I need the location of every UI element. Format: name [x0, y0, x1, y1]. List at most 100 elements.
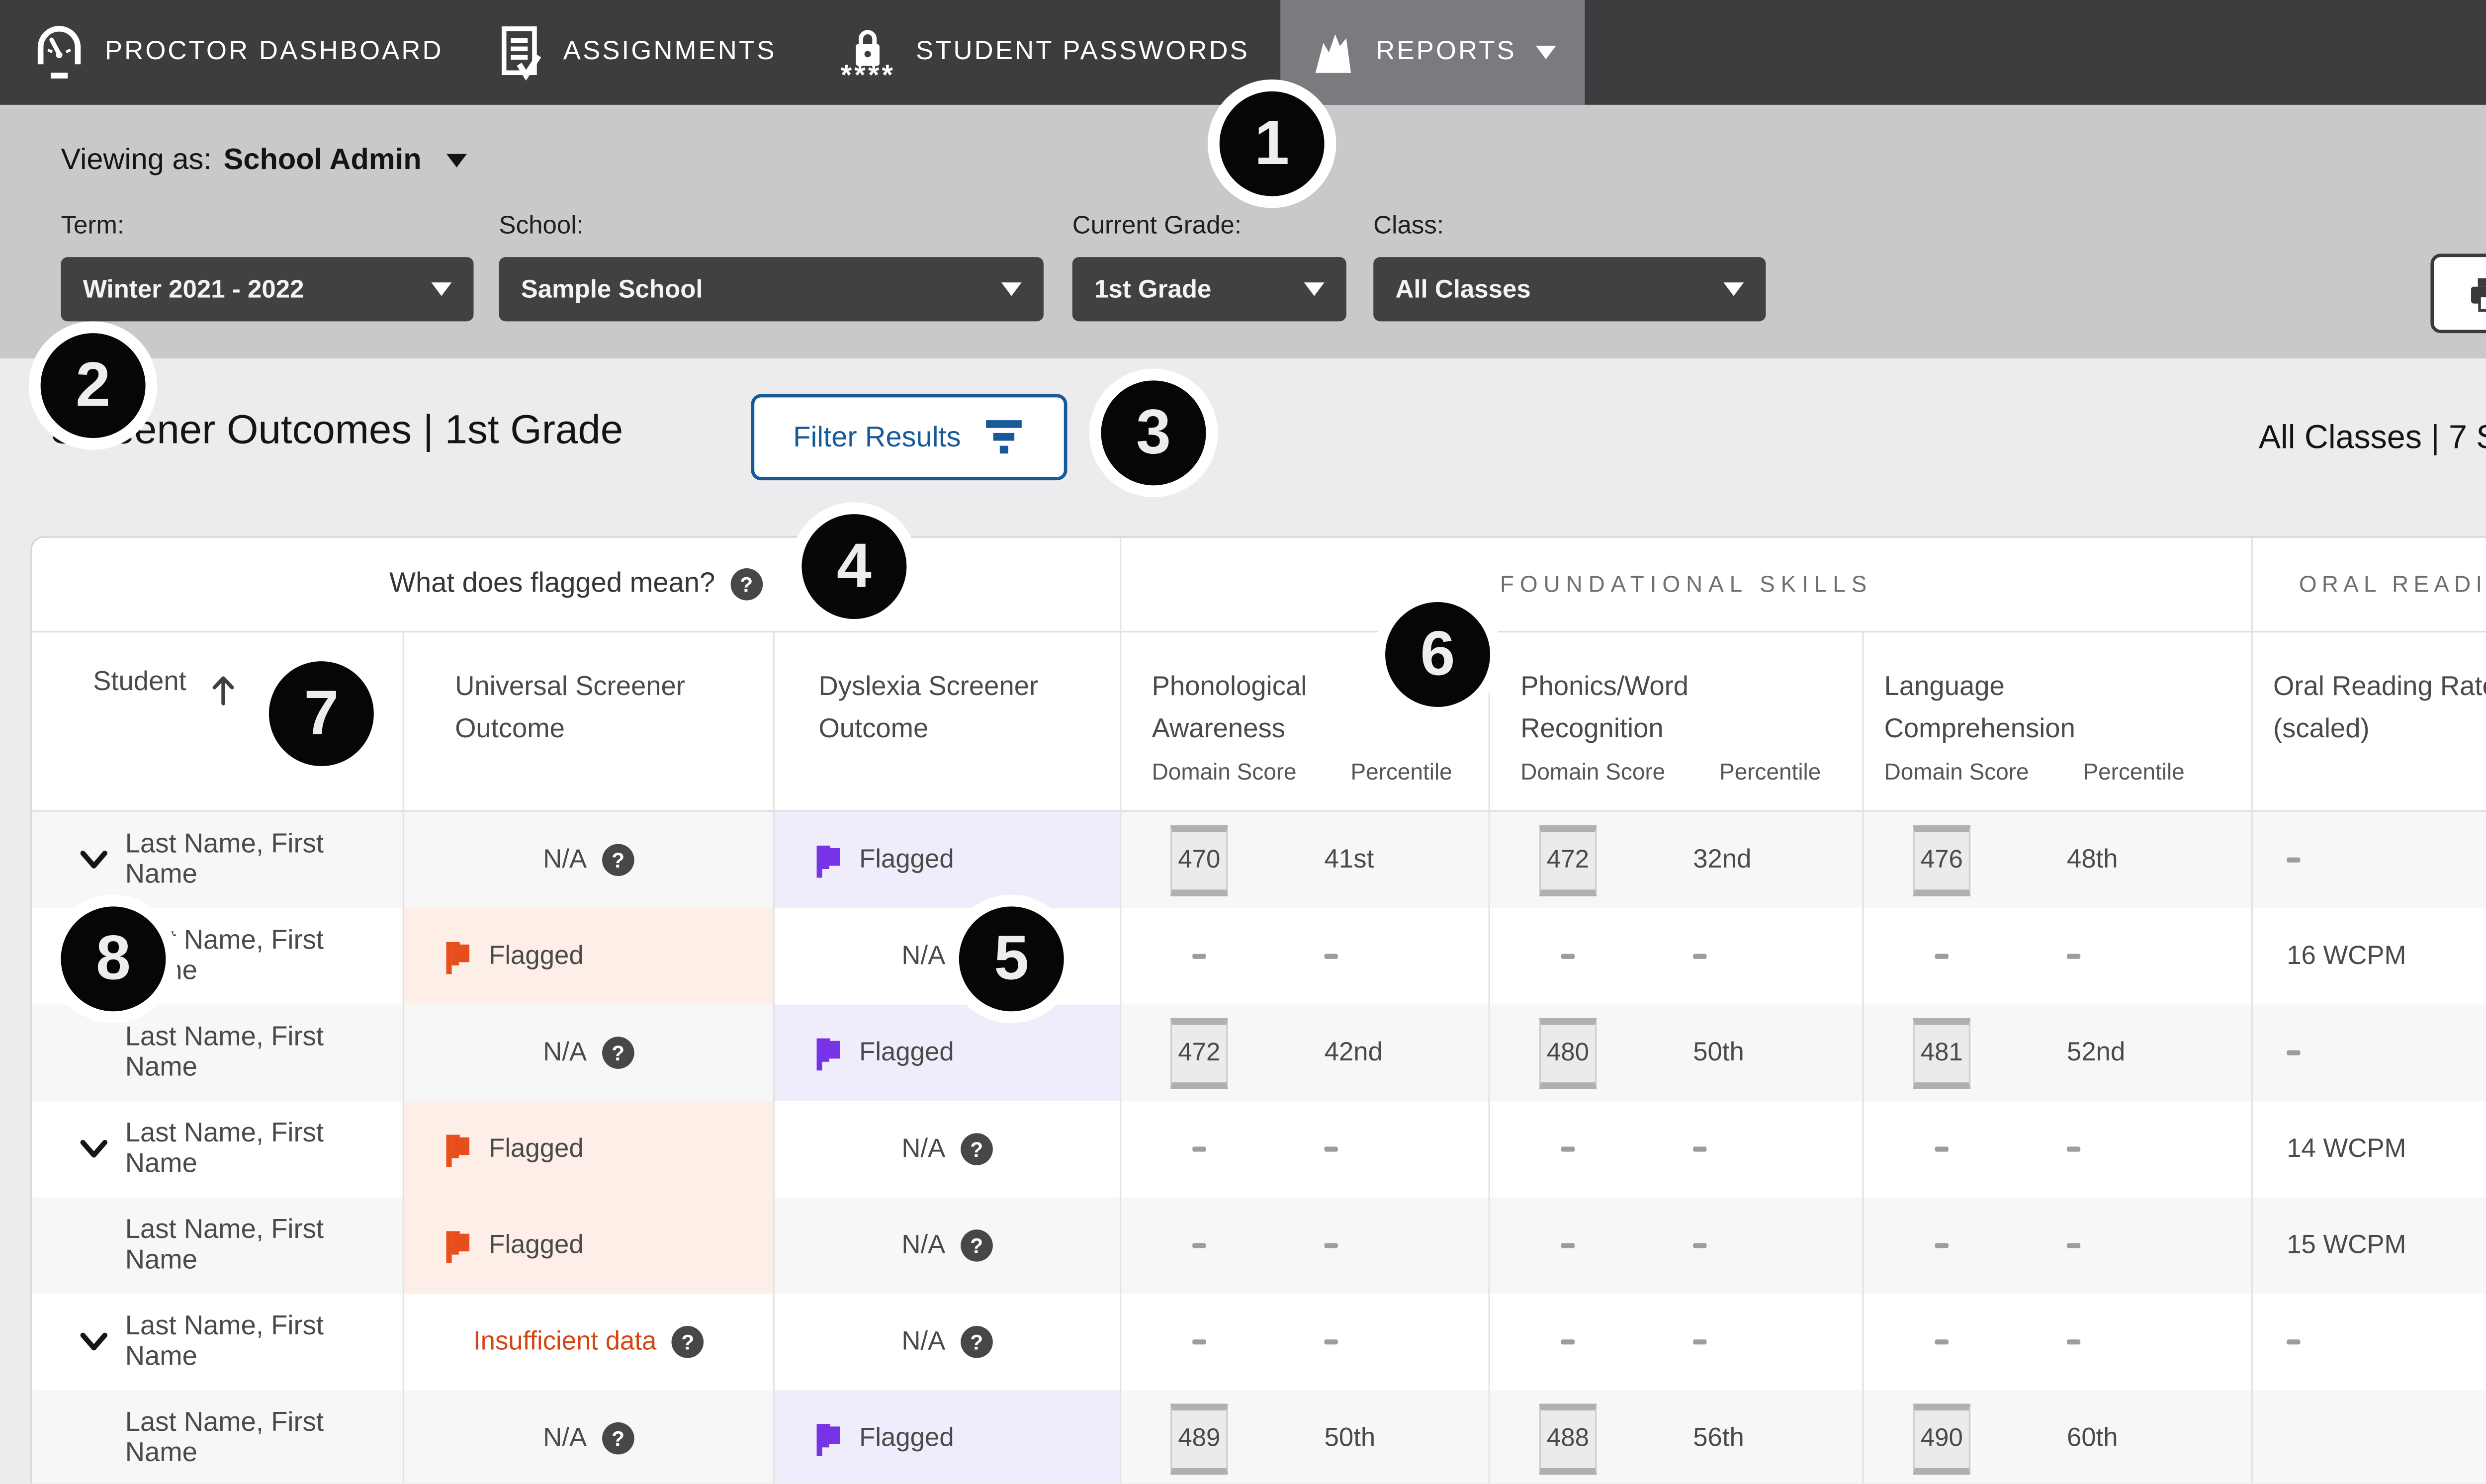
- viewing-as-value: School Admin: [224, 142, 422, 177]
- annotation-badge-3: 3: [1089, 369, 1218, 498]
- chevron-down-icon: [1001, 282, 1022, 296]
- domain-score-slot: [1911, 1339, 1972, 1345]
- current-grade-select[interactable]: 1st Grade: [1072, 257, 1346, 321]
- filter-results-label: Filter Results: [793, 420, 961, 454]
- help-icon[interactable]: [672, 1326, 704, 1358]
- dyslexia-outcome-cell: Flagged: [773, 1005, 1120, 1101]
- domain-score-box: 472: [1170, 1017, 1228, 1088]
- annotation-badge-7: 7: [257, 649, 386, 778]
- filter-icon: [983, 418, 1025, 456]
- domain-score-slot: [1537, 1242, 1598, 1248]
- print-button[interactable]: Print: [2430, 254, 2486, 333]
- domain-score-slot: [1911, 1242, 1972, 1248]
- student-name: Last Name, First Name: [125, 830, 403, 890]
- percentile-value: 48th: [2067, 845, 2118, 875]
- universal-outcome-cell: N/A: [403, 812, 773, 908]
- subheader-percentile: Percentile: [2083, 759, 2184, 785]
- help-icon[interactable]: [730, 568, 763, 601]
- oral-reading-cell: 14 WCPM: [2251, 1101, 2486, 1198]
- oral-reading-cell: [2251, 1005, 2486, 1101]
- no-data-dash: [1192, 1339, 1206, 1345]
- skill-cell: [1862, 1294, 2251, 1390]
- help-icon[interactable]: [961, 1326, 993, 1358]
- domain-score-slot: [1169, 1242, 1230, 1248]
- percentile-value: 56th: [1693, 1423, 1744, 1454]
- class-select[interactable]: All Classes: [1373, 257, 1766, 321]
- app-window: PROCTOR DASHBOARD ASSIGNMENTS **** STUDE…: [0, 0, 2486, 1484]
- column-header-phonics-word-recognition: Phonics/Word Recognition Domain Score Pe…: [1489, 632, 1863, 812]
- annotation-badge-4: 4: [790, 502, 919, 631]
- outcome-na-label: N/A: [901, 1230, 945, 1261]
- nav-reports[interactable]: REPORTS: [1280, 0, 1585, 105]
- nav-student-passwords[interactable]: **** STUDENT PASSWORDS: [841, 0, 1249, 105]
- skill-cell: 48152nd: [1862, 1005, 2251, 1101]
- subheader-domain-score: Domain Score: [1152, 759, 1297, 785]
- annotation-badge-2: 2: [29, 321, 158, 450]
- outcome-na-label: N/A: [543, 845, 587, 875]
- term-select[interactable]: Winter 2021 - 2022: [61, 257, 473, 321]
- percentile-value: [1325, 1146, 1338, 1152]
- percentile-value: [2067, 1146, 2080, 1152]
- universal-outcome-cell: Flagged: [403, 1101, 773, 1198]
- class-label: Class:: [1373, 211, 1444, 240]
- domain-score-slot: [1169, 1339, 1230, 1345]
- viewing-as-label: Viewing as:: [61, 142, 211, 177]
- skill-cell: [1120, 908, 1489, 1005]
- skill-cell: [1120, 1294, 1489, 1390]
- help-icon[interactable]: [961, 1133, 993, 1165]
- foundational-skills-group-header: FOUNDATIONAL SKILLS: [1120, 538, 2251, 633]
- no-data-dash: [2067, 1242, 2080, 1248]
- outcome-na-label: N/A: [901, 1134, 945, 1164]
- skill-cell: [1489, 1101, 1863, 1198]
- annotation-badge-5: 5: [947, 895, 1076, 1024]
- outcome-flagged-label: Flagged: [489, 1134, 584, 1164]
- help-icon[interactable]: [602, 1037, 634, 1069]
- domain-score-slot: 472: [1169, 1017, 1230, 1088]
- no-data-dash: [1561, 954, 1575, 960]
- no-data-dash: [1192, 1242, 1206, 1248]
- outcome-flagged-label: Flagged: [489, 1230, 584, 1261]
- domain-score-box: 470: [1170, 824, 1228, 895]
- chevron-down-icon[interactable]: [80, 851, 108, 869]
- no-data-dash: [1325, 1339, 1338, 1345]
- skill-cell: [1862, 908, 2251, 1005]
- filter-results-button[interactable]: Filter Results: [751, 394, 1067, 480]
- no-data-dash: [1192, 1146, 1206, 1152]
- domain-score-box: 490: [1913, 1403, 1970, 1474]
- universal-outcome-cell: Insufficient data: [403, 1294, 773, 1390]
- column-header-oral-reading-rate: Oral Reading Rate (scaled): [2251, 632, 2486, 812]
- chevron-down-icon: [1304, 282, 1325, 296]
- skill-cell: [1120, 1101, 1489, 1198]
- outcome-na-label: N/A: [901, 941, 945, 971]
- column-header-universal-screener: Universal Screener Outcome: [403, 632, 773, 812]
- school-value: Sample School: [521, 275, 703, 304]
- chevron-down-icon[interactable]: [80, 1333, 108, 1351]
- help-icon[interactable]: [602, 1422, 634, 1455]
- skill-cell: [1862, 1197, 2251, 1294]
- no-data-dash: [1325, 954, 1338, 960]
- universal-outcome-cell: Flagged: [403, 1197, 773, 1294]
- domain-score-slot: 490: [1911, 1403, 1972, 1474]
- percentile-value: [1325, 1242, 1338, 1248]
- nav-assignments[interactable]: ASSIGNMENTS: [499, 0, 777, 105]
- chevron-down-icon[interactable]: [80, 1140, 108, 1158]
- skill-cell: [1489, 1197, 1863, 1294]
- lock-icon: ****: [841, 24, 895, 80]
- domain-score-box: 488: [1539, 1403, 1597, 1474]
- current-grade-label: Current Grade:: [1072, 211, 1242, 240]
- percentile-value: [2067, 1242, 2080, 1248]
- school-select[interactable]: Sample School: [499, 257, 1044, 321]
- viewing-as-dropdown[interactable]: Viewing as: School Admin: [61, 142, 467, 177]
- dyslexia-outcome-cell: N/A: [773, 1197, 1120, 1294]
- class-student-summary: All Classes | 7 Students: [2259, 420, 2486, 458]
- no-data-dash: [1561, 1242, 1575, 1248]
- flag-icon: [442, 938, 474, 975]
- school-label: School:: [499, 211, 584, 240]
- flagged-meaning-header: What does flagged mean?: [32, 538, 1120, 633]
- help-icon[interactable]: [961, 1229, 993, 1262]
- skill-cell: 49060th: [1862, 1390, 2251, 1484]
- universal-outcome-cell: N/A: [403, 1390, 773, 1484]
- student-header-label: Student: [93, 668, 186, 698]
- help-icon[interactable]: [602, 844, 634, 876]
- nav-proctor-dashboard[interactable]: PROCTOR DASHBOARD: [34, 0, 444, 105]
